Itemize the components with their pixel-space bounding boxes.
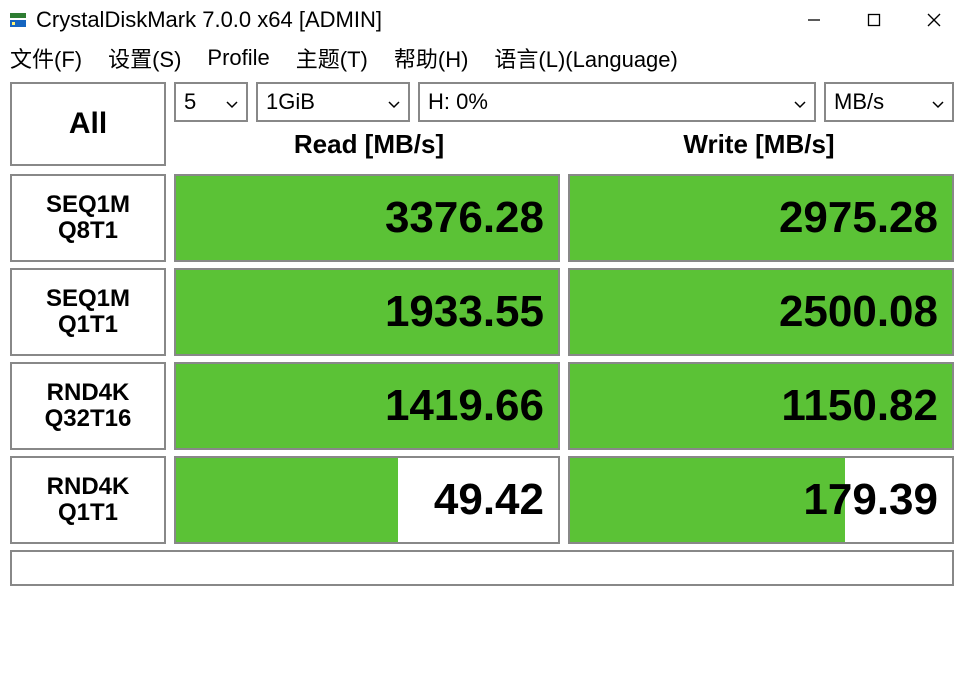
chevron-down-icon [932,89,944,115]
menu-theme[interactable]: 主题(T) [292,40,372,76]
read-value: 1933.55 [176,270,558,354]
window-title: CrystalDiskMark 7.0.0 x64 [ADMIN] [36,7,382,33]
test-label-line1: RND4K [47,474,130,500]
write-value: 2500.08 [570,270,952,354]
window-controls [784,0,964,40]
test-button[interactable]: RND4KQ32T16 [10,362,166,450]
read-cell: 3376.28 [174,174,560,262]
run-all-button[interactable]: All [10,82,166,166]
unit-value: MB/s [834,89,884,115]
test-label-line1: SEQ1M [46,192,130,218]
test-label-line2: Q1T1 [58,500,118,526]
unit-select[interactable]: MB/s [824,82,954,122]
result-row: RND4KQ32T161419.661150.82 [10,362,954,450]
drive-select[interactable]: H: 0% [418,82,816,122]
read-cell: 49.42 [174,456,560,544]
content-area: All 5 1GiB H: 0% [0,76,964,694]
test-label-line2: Q32T16 [45,406,132,432]
read-cell: 1419.66 [174,362,560,450]
app-icon [8,10,28,30]
app-window: CrystalDiskMark 7.0.0 x64 [ADMIN] 文件(F) … [0,0,964,694]
write-value: 1150.82 [570,364,952,448]
test-label-line2: Q8T1 [58,218,118,244]
maximize-button[interactable] [844,0,904,40]
write-header: Write [MB/s] [564,129,954,160]
write-value: 179.39 [570,458,952,542]
status-bar [10,550,954,586]
result-row: RND4KQ1T149.42179.39 [10,456,954,544]
count-select[interactable]: 5 [174,82,248,122]
write-cell: 2975.28 [568,174,954,262]
read-value: 3376.28 [176,176,558,260]
minimize-button[interactable] [784,0,844,40]
menu-settings[interactable]: 设置(S) [104,40,185,76]
test-label-line1: RND4K [47,380,130,406]
chevron-down-icon [794,89,806,115]
size-select[interactable]: 1GiB [256,82,410,122]
test-button[interactable]: SEQ1MQ8T1 [10,174,166,262]
test-button[interactable]: RND4KQ1T1 [10,456,166,544]
result-row: SEQ1MQ1T11933.552500.08 [10,268,954,356]
write-cell: 1150.82 [568,362,954,450]
title-bar: CrystalDiskMark 7.0.0 x64 [ADMIN] [0,0,964,40]
menu-file[interactable]: 文件(F) [6,40,86,76]
menu-language[interactable]: 语言(L)(Language) [490,40,681,76]
read-header: Read [MB/s] [174,129,564,160]
test-label-line1: SEQ1M [46,286,130,312]
close-button[interactable] [904,0,964,40]
menu-profile[interactable]: Profile [203,43,273,73]
drive-value: H: 0% [428,89,488,115]
read-cell: 1933.55 [174,268,560,356]
menu-bar: 文件(F) 设置(S) Profile 主题(T) 帮助(H) 语言(L)(La… [0,40,964,76]
read-value: 1419.66 [176,364,558,448]
count-value: 5 [184,89,196,115]
test-button[interactable]: SEQ1MQ1T1 [10,268,166,356]
test-label-line2: Q1T1 [58,312,118,338]
write-cell: 179.39 [568,456,954,544]
result-row: SEQ1MQ8T13376.282975.28 [10,174,954,262]
run-all-label: All [69,107,107,141]
chevron-down-icon [388,89,400,115]
size-value: 1GiB [266,89,315,115]
chevron-down-icon [226,89,238,115]
write-cell: 2500.08 [568,268,954,356]
write-value: 2975.28 [570,176,952,260]
read-value: 49.42 [176,458,558,542]
menu-help[interactable]: 帮助(H) [390,40,473,76]
